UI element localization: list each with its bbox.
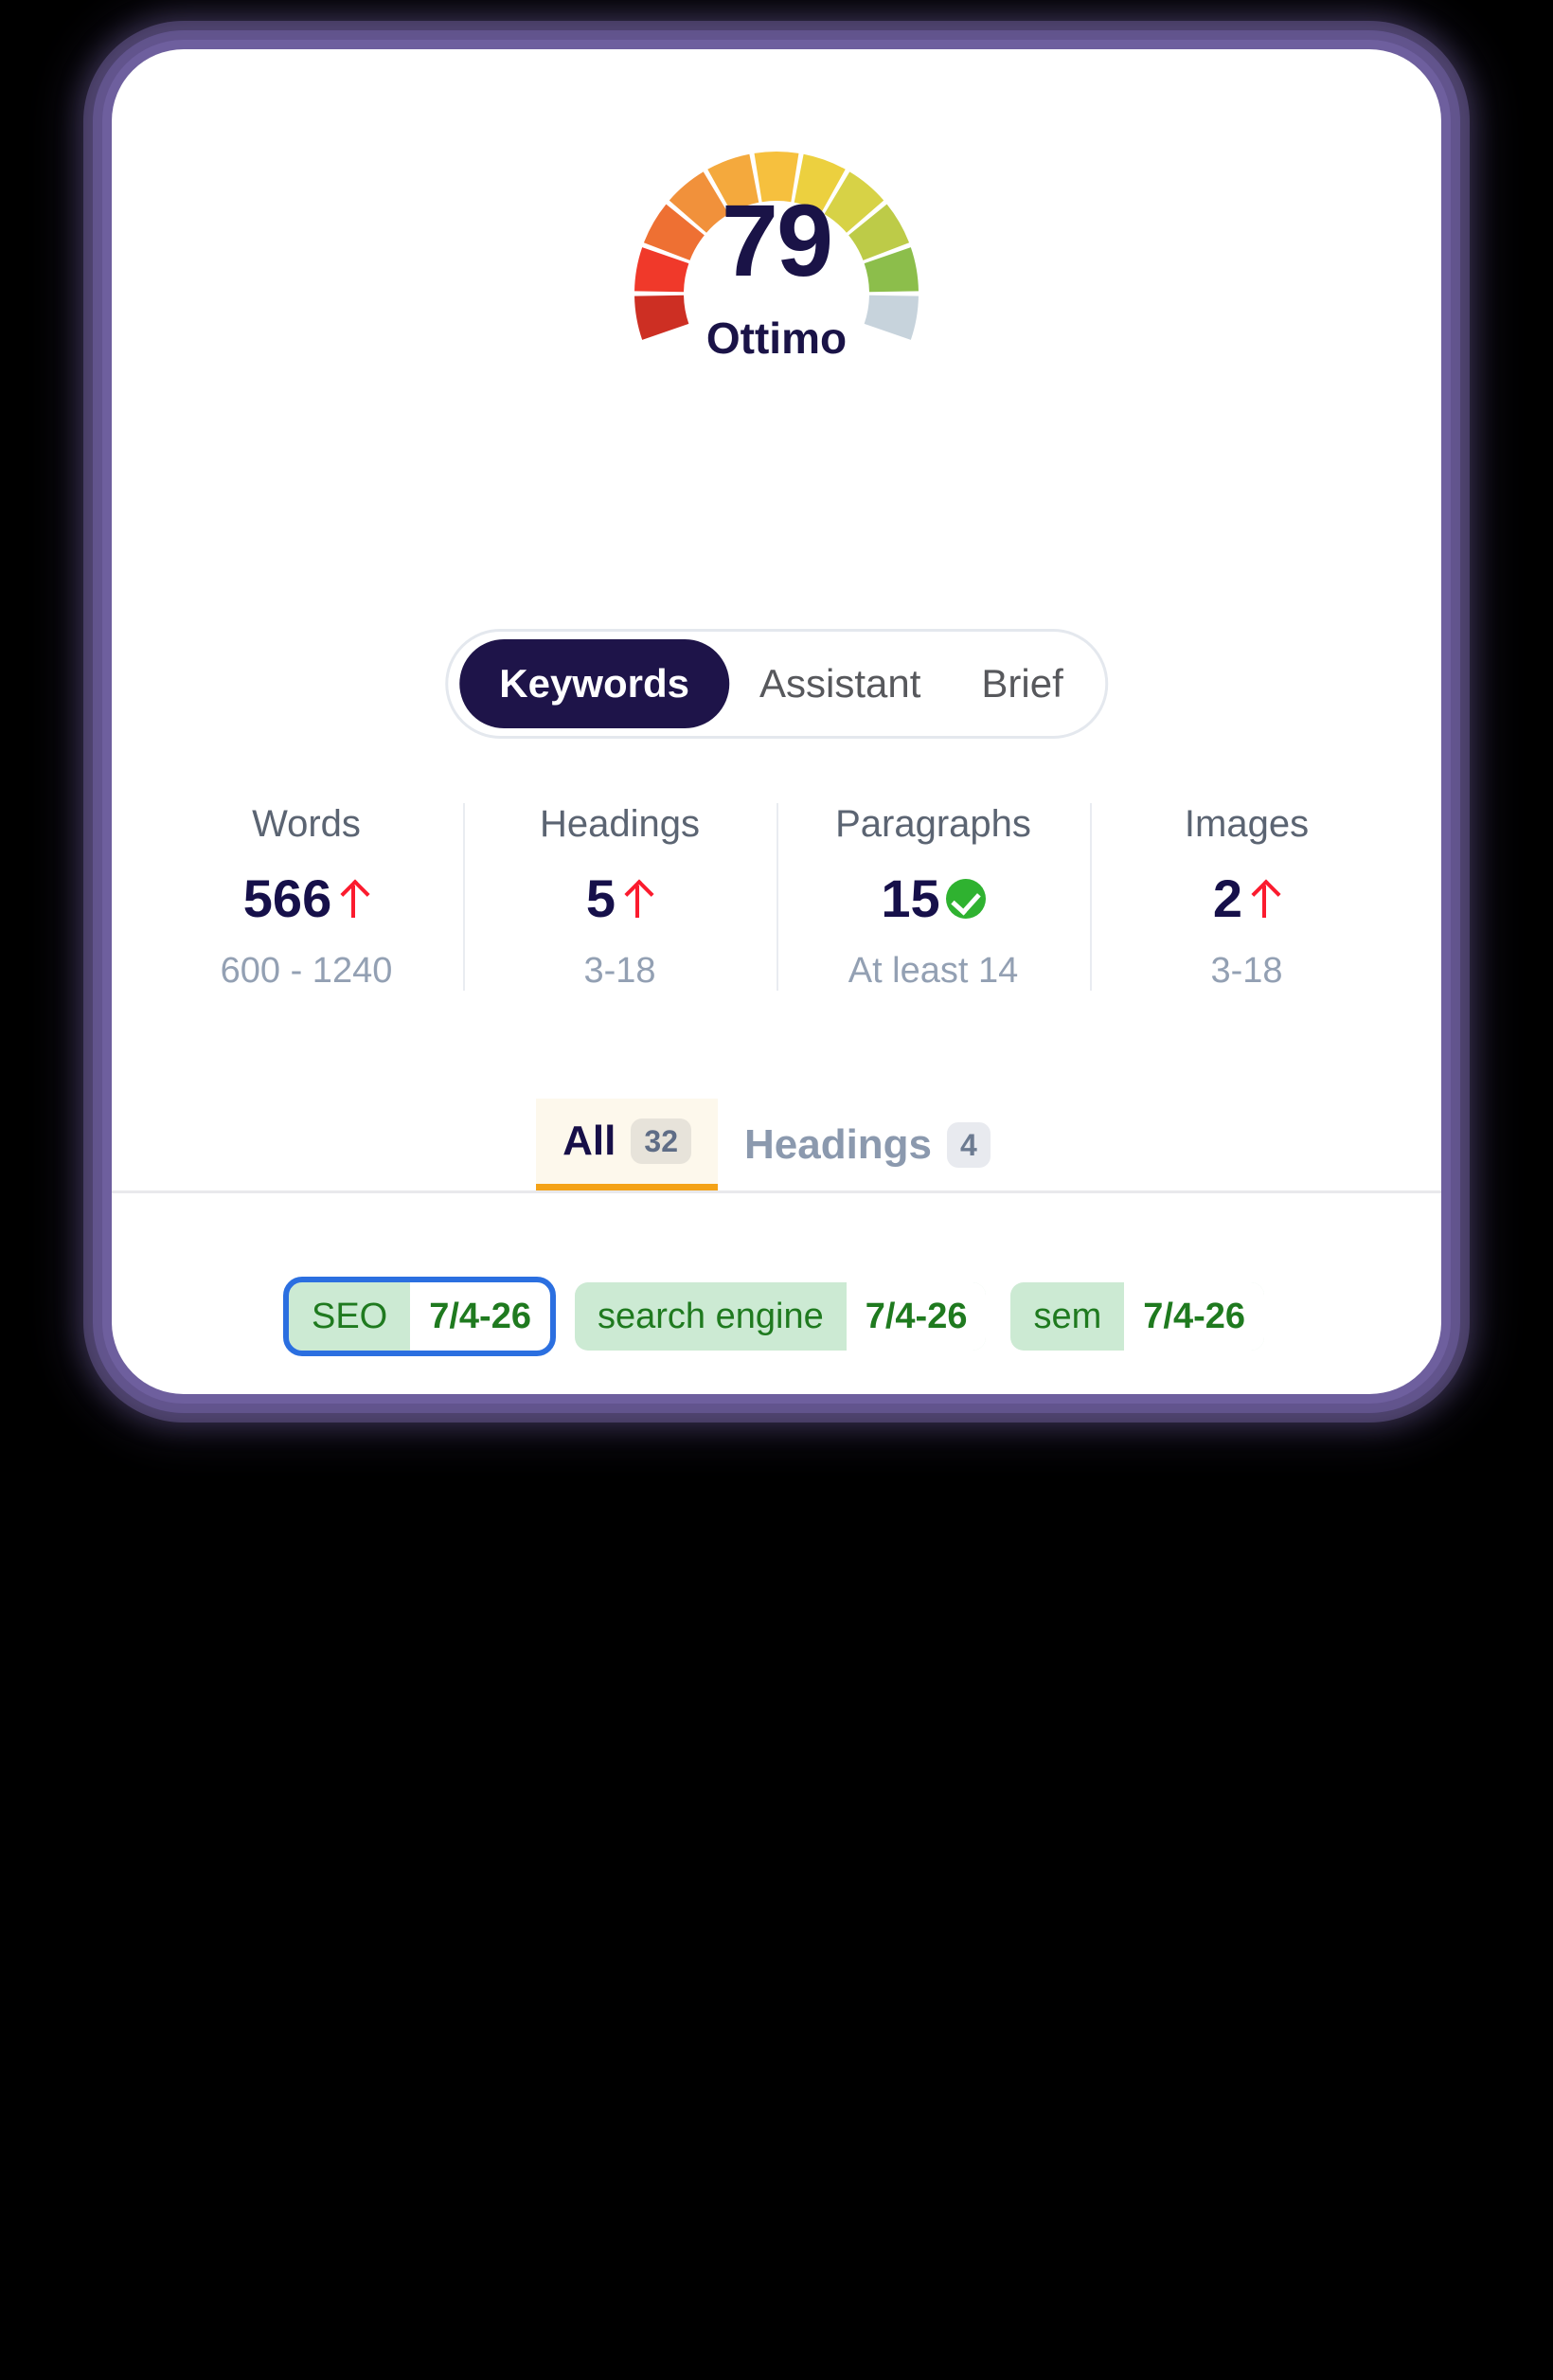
stat-value-row: 2 — [1090, 868, 1403, 930]
stat-title: Images — [1184, 803, 1310, 845]
stat-value: 566 — [242, 868, 332, 928]
keyword-chip-count: 7/4-26 — [1124, 1282, 1265, 1351]
stat-range: 3-18 — [583, 951, 656, 991]
check-circle-icon — [945, 879, 986, 919]
stat-title: Paragraphs — [835, 803, 1031, 845]
gauge-score-value: 79 — [721, 183, 833, 297]
arrow-up-icon — [1248, 878, 1280, 920]
keyword-chip[interactable]: sem 7/4-26 — [1010, 1282, 1265, 1351]
keyword-filter-tabs[interactable]: All 32 Headings 4 — [112, 1099, 1441, 1193]
stat-range: 600 - 1240 — [220, 951, 393, 991]
stat-range: 3-18 — [1210, 951, 1283, 991]
stat-headings: Headings 5 3-18 — [463, 797, 776, 996]
stat-value: 2 — [1212, 868, 1243, 928]
stat-value-row: 5 — [463, 868, 776, 930]
segmented-tab-brief[interactable]: Brief — [951, 639, 1093, 728]
filter-tab-label: All — [562, 1118, 616, 1164]
view-segmented-control[interactable]: Keywords Assistant Brief — [445, 629, 1108, 739]
keyword-chip-name: search engine — [597, 1297, 824, 1336]
screenshot-stage: 79 Ottimo Keywords Assistant Brief Words 56… — [0, 0, 1553, 2380]
arrow-up-icon — [621, 878, 653, 920]
segmented-tab-keywords[interactable]: Keywords — [459, 639, 729, 728]
keyword-chip-count: 7/4-26 — [846, 1282, 987, 1351]
seo-assistant-card: 79 Ottimo Keywords Assistant Brief Words 56… — [112, 49, 1441, 1394]
arrow-up-icon — [337, 878, 369, 920]
stat-value: 15 — [881, 868, 940, 928]
stat-title: Headings — [539, 803, 700, 845]
filter-tab-label: Headings — [743, 1120, 933, 1168]
stat-title: Words — [252, 803, 361, 845]
segmented-tab-assistant[interactable]: Assistant — [729, 639, 951, 728]
stat-paragraphs: Paragraphs 15 At least 14 — [776, 797, 1090, 996]
gauge-score-label: Ottimo — [705, 313, 848, 363]
stat-words: Words 566 600 - 1240 — [150, 797, 463, 996]
score-gauge: 79 Ottimo — [112, 49, 1441, 426]
keyword-chip-row-1: SEO 7/4-26 search engine 7/4-26 sem 7/4-26 — [112, 1277, 1441, 1356]
keyword-chip[interactable]: SEO 7/4-26 — [282, 1277, 556, 1356]
stat-value-row: 15 — [776, 868, 1090, 930]
filter-tab-count: 32 — [631, 1118, 691, 1164]
keyword-chip-name: sem — [1033, 1297, 1102, 1336]
stat-images: Images 2 3-18 — [1090, 797, 1403, 996]
stat-value: 5 — [585, 868, 616, 928]
keyword-chip-count: 7/4-26 — [410, 1282, 550, 1351]
filter-tab-all[interactable]: All 32 — [536, 1099, 718, 1190]
content-stats-row: Words 566 600 - 1240 Headings 5 3-18 Paragraph… — [150, 797, 1403, 996]
filter-tab-count: 4 — [947, 1121, 991, 1168]
filter-tab-headings[interactable]: Headings 4 — [718, 1099, 1017, 1190]
stat-range: At least 14 — [848, 951, 1019, 991]
keyword-chip-name: SEO — [311, 1297, 388, 1336]
stat-value-row: 566 — [150, 868, 463, 930]
keyword-chip[interactable]: search engine 7/4-26 — [574, 1282, 987, 1351]
